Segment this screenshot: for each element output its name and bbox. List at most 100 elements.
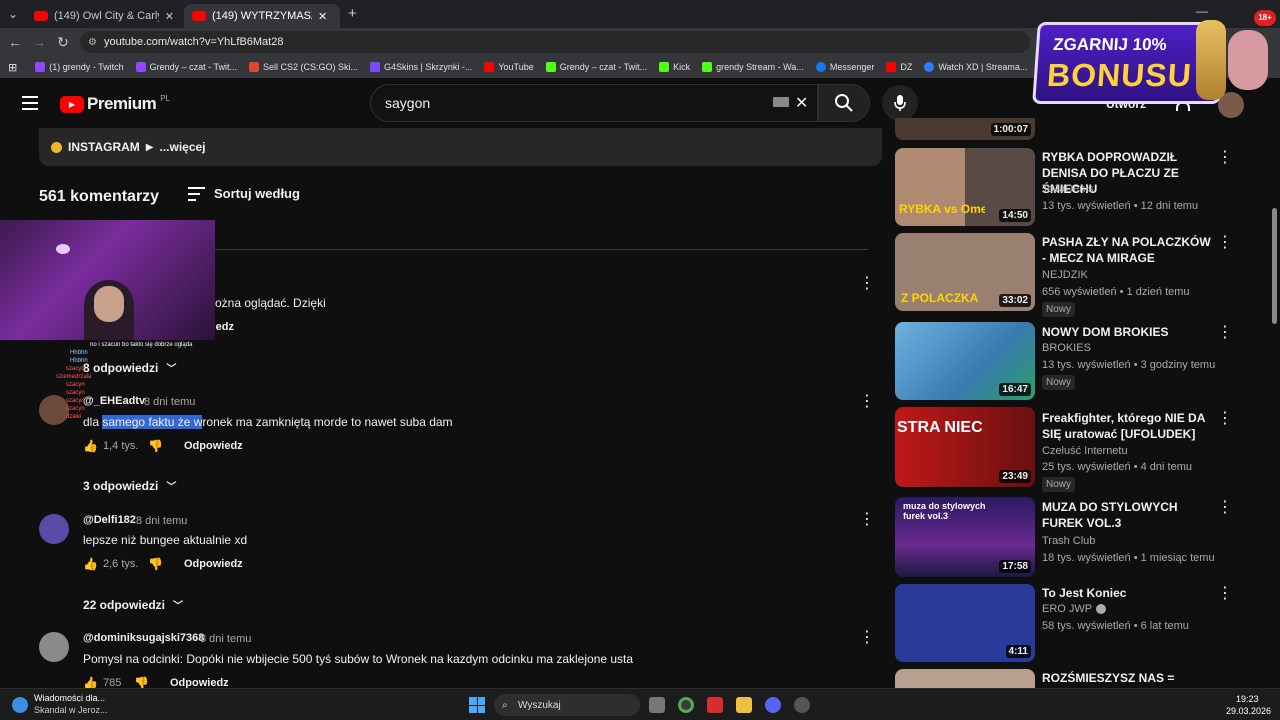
kick-icon <box>659 62 670 72</box>
youtube-logo[interactable]: ▶ Premium PL <box>60 94 170 114</box>
reload-icon[interactable]: ↻ <box>51 34 75 51</box>
comment-time[interactable]: 8 dni temu <box>200 633 251 645</box>
bookmark[interactable]: DZ <box>886 62 912 72</box>
clear-search-icon[interactable]: ✕ <box>795 93 808 113</box>
site-info-icon[interactable]: ⚙ <box>88 37 97 48</box>
apps-icon[interactable]: ⊞ <box>8 61 17 74</box>
tab-1[interactable]: (149) Owl City & Carly Rae Jeps ✕ <box>26 4 182 28</box>
clock-time[interactable]: 19:23 <box>1236 694 1259 704</box>
search-value: saygon <box>385 95 431 111</box>
chrome-icon[interactable] <box>678 697 694 713</box>
bookmark[interactable]: Grendy – czat - Twit... <box>545 62 647 72</box>
back-icon[interactable]: ← <box>3 34 27 50</box>
task-view-icon[interactable] <box>649 697 665 713</box>
chat-line: szacyn <box>66 366 85 372</box>
stream-chat-overlay: no i szacun bo takto się dobrze ogląda H… <box>56 341 206 451</box>
like-icon[interactable]: 👍 <box>83 557 98 571</box>
reply-button[interactable]: Odpowiedz <box>184 558 243 570</box>
keyboard-icon[interactable] <box>773 97 789 107</box>
new-tab-icon[interactable]: + <box>348 5 357 22</box>
comment-author[interactable]: @dominiksugajski7368 <box>83 632 204 644</box>
tab-2[interactable]: (149) WYTRZYMASZ NOC W ✕ <box>184 4 340 28</box>
chat-line: Hhbhh <box>70 358 88 364</box>
messenger-icon <box>815 62 826 72</box>
channel-name[interactable]: Czeluść Internetu <box>1042 445 1128 457</box>
minimize-icon[interactable]: — <box>1196 4 1208 18</box>
sort-button[interactable]: Sortuj według <box>188 186 300 201</box>
video-thumbnail[interactable]: 16:47 <box>895 322 1035 400</box>
more-options-icon[interactable]: ⋮ <box>859 276 875 292</box>
tab-list-icon[interactable]: ⌄ <box>8 7 18 21</box>
video-title[interactable]: NOWY DOM BROKIES <box>1042 324 1214 340</box>
scrollbar-thumb[interactable] <box>1272 208 1277 324</box>
clock-date[interactable]: 29.03.2026 <box>1226 706 1271 716</box>
more-options-icon[interactable]: ⋮ <box>859 394 875 410</box>
bookmark[interactable]: G4Skins | Skrzynki -... <box>370 62 472 72</box>
show-more-link[interactable]: ...więcej <box>159 140 205 154</box>
channel-name[interactable]: NEJDZIK <box>1042 269 1088 281</box>
show-replies-button[interactable]: 3 odpowiedzi ﹀ <box>83 478 176 494</box>
video-title[interactable]: ROZŚMIESZYSZ NAS = <box>1042 670 1214 686</box>
video-thumbnail[interactable]: 1:00:07 <box>895 118 1035 140</box>
bookmark[interactable]: Kick <box>659 62 690 72</box>
channel-name[interactable]: Trash Club <box>1042 535 1095 547</box>
bookmark[interactable]: Sell CS2 (CS:GO) Ski... <box>248 62 358 72</box>
video-thumbnail[interactable] <box>895 669 1035 688</box>
bookmark[interactable]: Grendy – czat - Twit... <box>135 62 237 72</box>
close-icon[interactable]: ✕ <box>318 10 327 23</box>
url-field[interactable]: ⚙ youtube.com/watch?v=YhLfB6Mat28 <box>80 31 1030 53</box>
channel-name[interactable]: BROKIES <box>1042 342 1091 354</box>
more-options-icon[interactable]: ⋮ <box>1217 586 1233 602</box>
video-thumbnail[interactable]: STRA NIEC 23:49 <box>895 407 1035 487</box>
search-input[interactable]: saygon ✕ <box>370 84 818 122</box>
bookmark[interactable]: (1) grendy - Twitch <box>35 62 124 72</box>
file-explorer-icon[interactable] <box>736 697 752 713</box>
bookmark[interactable]: grendy Stream - Wa... <box>702 62 804 72</box>
taskbar-search[interactable]: ⌕ Wyszukaj <box>494 694 640 716</box>
more-options-icon[interactable]: ⋮ <box>1217 500 1233 516</box>
more-options-icon[interactable]: ⋮ <box>859 630 875 646</box>
news-title: Wiadomości dla... <box>34 693 106 703</box>
bookmark[interactable]: Watch XD | Streama... <box>924 62 1027 72</box>
voice-search-button[interactable] <box>882 85 918 121</box>
video-title[interactable]: To Jest Koniec <box>1042 585 1214 601</box>
video-thumbnail[interactable]: Z POLACZKA 33:02 <box>895 233 1035 311</box>
show-replies-button[interactable]: 22 odpowiedzi ﹀ <box>83 597 183 613</box>
discord-icon[interactable] <box>765 697 781 713</box>
channel-name[interactable]: ERO JWP <box>1042 603 1107 615</box>
close-icon[interactable]: ✕ <box>165 10 174 23</box>
video-thumbnail[interactable]: RYBKA vs Ome.tv 14:50 <box>895 148 1035 226</box>
thumbnail-overlay-text: RYBKA vs Ome.tv <box>899 202 985 216</box>
more-options-icon[interactable]: ⋮ <box>1217 150 1233 166</box>
reply-button[interactable]: dziedz <box>215 321 234 333</box>
instagram-link[interactable]: INSTAGRAM <box>68 140 140 154</box>
dislike-icon[interactable]: 👎 <box>148 557 163 571</box>
opera-icon[interactable] <box>707 697 723 713</box>
commenter-avatar[interactable] <box>39 514 69 544</box>
start-icon[interactable] <box>469 697 485 713</box>
more-options-icon[interactable]: ⋮ <box>1217 325 1233 341</box>
video-title[interactable]: PASHA ZŁY NA POLACZKÓW - MECZ NA MIRAGE <box>1042 234 1214 266</box>
comment-author[interactable]: @Delfi182 <box>83 514 136 526</box>
comment-time[interactable]: 8 dni temu <box>136 515 187 527</box>
video-title[interactable]: Freakfighter, którego NIE DA SIĘ uratowa… <box>1042 410 1214 442</box>
g4skins-icon <box>370 62 380 72</box>
description-box[interactable]: INSTAGRAM ▶ ...więcej <box>39 128 882 166</box>
more-options-icon[interactable]: ⋮ <box>1217 235 1233 251</box>
more-options-icon[interactable]: ⋮ <box>859 512 875 528</box>
forward-icon[interactable]: → <box>27 34 51 50</box>
bookmark[interactable]: YouTube <box>484 62 534 72</box>
menu-icon[interactable] <box>22 96 38 110</box>
youtube-play-icon: ▶ <box>60 95 84 113</box>
video-thumbnail[interactable]: 4:11 <box>895 584 1035 662</box>
chat-line: dzieki <box>66 414 82 420</box>
promo-line-2: BONUSU <box>1045 57 1194 93</box>
more-options-icon[interactable]: ⋮ <box>1217 411 1233 427</box>
video-thumbnail[interactable]: muza do stylowych furek vol.3 17:58 <box>895 497 1035 577</box>
steam-icon[interactable] <box>794 697 810 713</box>
video-title[interactable]: MUZA DO STYLOWYCH FUREK VOL.3 <box>1042 499 1214 531</box>
commenter-avatar[interactable] <box>39 632 69 662</box>
channel-name[interactable]: ToJaDenis <box>1042 183 1093 195</box>
bookmark[interactable]: Messenger <box>815 62 874 72</box>
search-button[interactable] <box>818 84 870 122</box>
